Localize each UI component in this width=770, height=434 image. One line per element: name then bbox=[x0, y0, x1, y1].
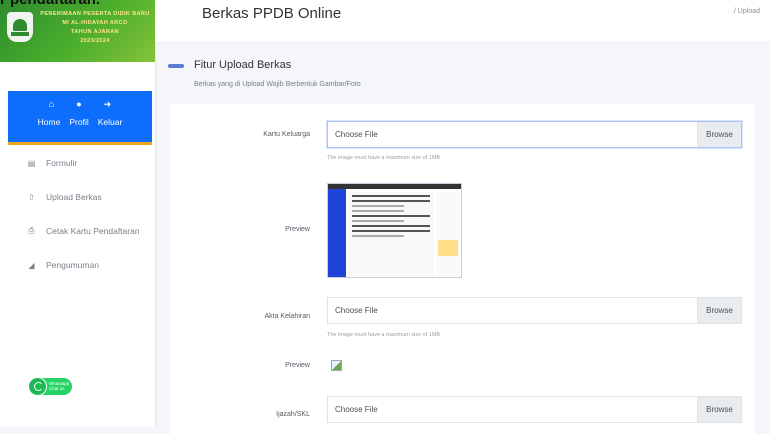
user-card: ⌂ ● ➜ Home Profil Keluar bbox=[8, 91, 152, 145]
ijazah-file-input[interactable]: Choose File Browse bbox=[327, 396, 742, 423]
megaphone-icon: ◢ bbox=[28, 260, 35, 270]
akta-file-input[interactable]: Choose File Browse bbox=[327, 297, 742, 324]
ijazah-browse-button[interactable]: Browse bbox=[697, 397, 741, 422]
akta-file-placeholder[interactable]: Choose File bbox=[328, 298, 697, 323]
sidebar-item-formulir[interactable]: ▤ Formulir bbox=[0, 146, 155, 180]
sidebar-item-cetak-kartu[interactable]: ⎙ Cetak Kartu Pendaftaran bbox=[0, 214, 155, 248]
sidebar-item-upload[interactable]: ⇧ Upload Berkas bbox=[0, 180, 155, 214]
print-icon: ⎙ bbox=[28, 226, 35, 235]
akta-browse-button[interactable]: Browse bbox=[697, 298, 741, 323]
form-icon: ▤ bbox=[27, 158, 36, 168]
kk-file-input[interactable]: Choose File Browse bbox=[327, 121, 742, 148]
akta-help-text: The image must have a maximum size of 1M… bbox=[327, 332, 441, 338]
overflow-title: r pendaftaran. bbox=[0, 0, 100, 8]
sidebar: PENERIMAAN PESERTA DIDIK BARU MI AL-HIDA… bbox=[0, 0, 156, 427]
ijazah-label: Ijazah/SKL bbox=[276, 411, 310, 418]
sidebar-item-label: Pengumuman bbox=[46, 260, 99, 270]
logout-link[interactable]: Keluar bbox=[98, 117, 123, 127]
whatsapp-icon bbox=[28, 377, 47, 396]
brand-line: MI AL-HIDAYAH ARCO bbox=[62, 20, 128, 26]
preview-label: Preview bbox=[285, 362, 310, 369]
upload-icon: ⇧ bbox=[28, 192, 35, 202]
section-title: Fitur Upload Berkas bbox=[194, 59, 292, 71]
logout-icon[interactable]: ➜ bbox=[104, 99, 112, 110]
section-subtitle: Berkas yang di Upload Wajib Berbentuk Ga… bbox=[194, 81, 361, 88]
kk-label: Kartu Keluarga bbox=[263, 131, 310, 138]
sidebar-item-label: Cetak Kartu Pendaftaran bbox=[46, 226, 140, 236]
section-accent-bar bbox=[168, 64, 184, 68]
breadcrumb[interactable]: / Upload bbox=[734, 8, 760, 15]
kk-preview-image bbox=[327, 183, 462, 278]
broken-image-icon bbox=[331, 360, 342, 371]
whatsapp-sublabel: Chat us bbox=[49, 386, 65, 391]
kk-browse-button[interactable]: Browse bbox=[697, 122, 741, 147]
home-icon[interactable]: ⌂ bbox=[49, 99, 54, 110]
sidebar-item-label: Formulir bbox=[46, 158, 78, 168]
akta-label: Akta Kelahiran bbox=[264, 313, 310, 320]
sidebar-item-pengumuman[interactable]: ◢ Pengumuman bbox=[0, 248, 155, 282]
brand-line: PENERIMAAN PESERTA DIDIK BARU bbox=[40, 11, 150, 17]
page-title: Berkas PPDB Online bbox=[202, 5, 342, 22]
ijazah-file-placeholder[interactable]: Choose File bbox=[328, 397, 697, 422]
brand-line: 2023/2024 bbox=[80, 38, 110, 44]
profile-link[interactable]: Profil bbox=[69, 117, 88, 127]
page-header: Berkas PPDB Online / Upload bbox=[155, 0, 770, 43]
sidebar-menu: ▤ Formulir ⇧ Upload Berkas ⎙ Cetak Kartu… bbox=[0, 146, 155, 282]
whatsapp-button[interactable]: Whatsapp Chat us bbox=[28, 377, 72, 396]
user-icon[interactable]: ● bbox=[76, 99, 81, 110]
preview-label: Preview bbox=[285, 226, 310, 233]
home-link[interactable]: Home bbox=[38, 117, 61, 127]
brand-banner: PENERIMAAN PESERTA DIDIK BARU MI AL-HIDA… bbox=[0, 0, 155, 62]
kk-file-placeholder[interactable]: Choose File bbox=[328, 122, 697, 147]
brand-line: TAHUN AJARAN bbox=[71, 29, 119, 35]
sidebar-item-label: Upload Berkas bbox=[46, 192, 102, 202]
brand-text: PENERIMAAN PESERTA DIDIK BARU MI AL-HIDA… bbox=[36, 10, 154, 46]
school-logo-icon bbox=[7, 12, 33, 42]
upload-card bbox=[170, 104, 755, 434]
kk-help-text: The image must have a maximum size of 1M… bbox=[327, 155, 441, 161]
